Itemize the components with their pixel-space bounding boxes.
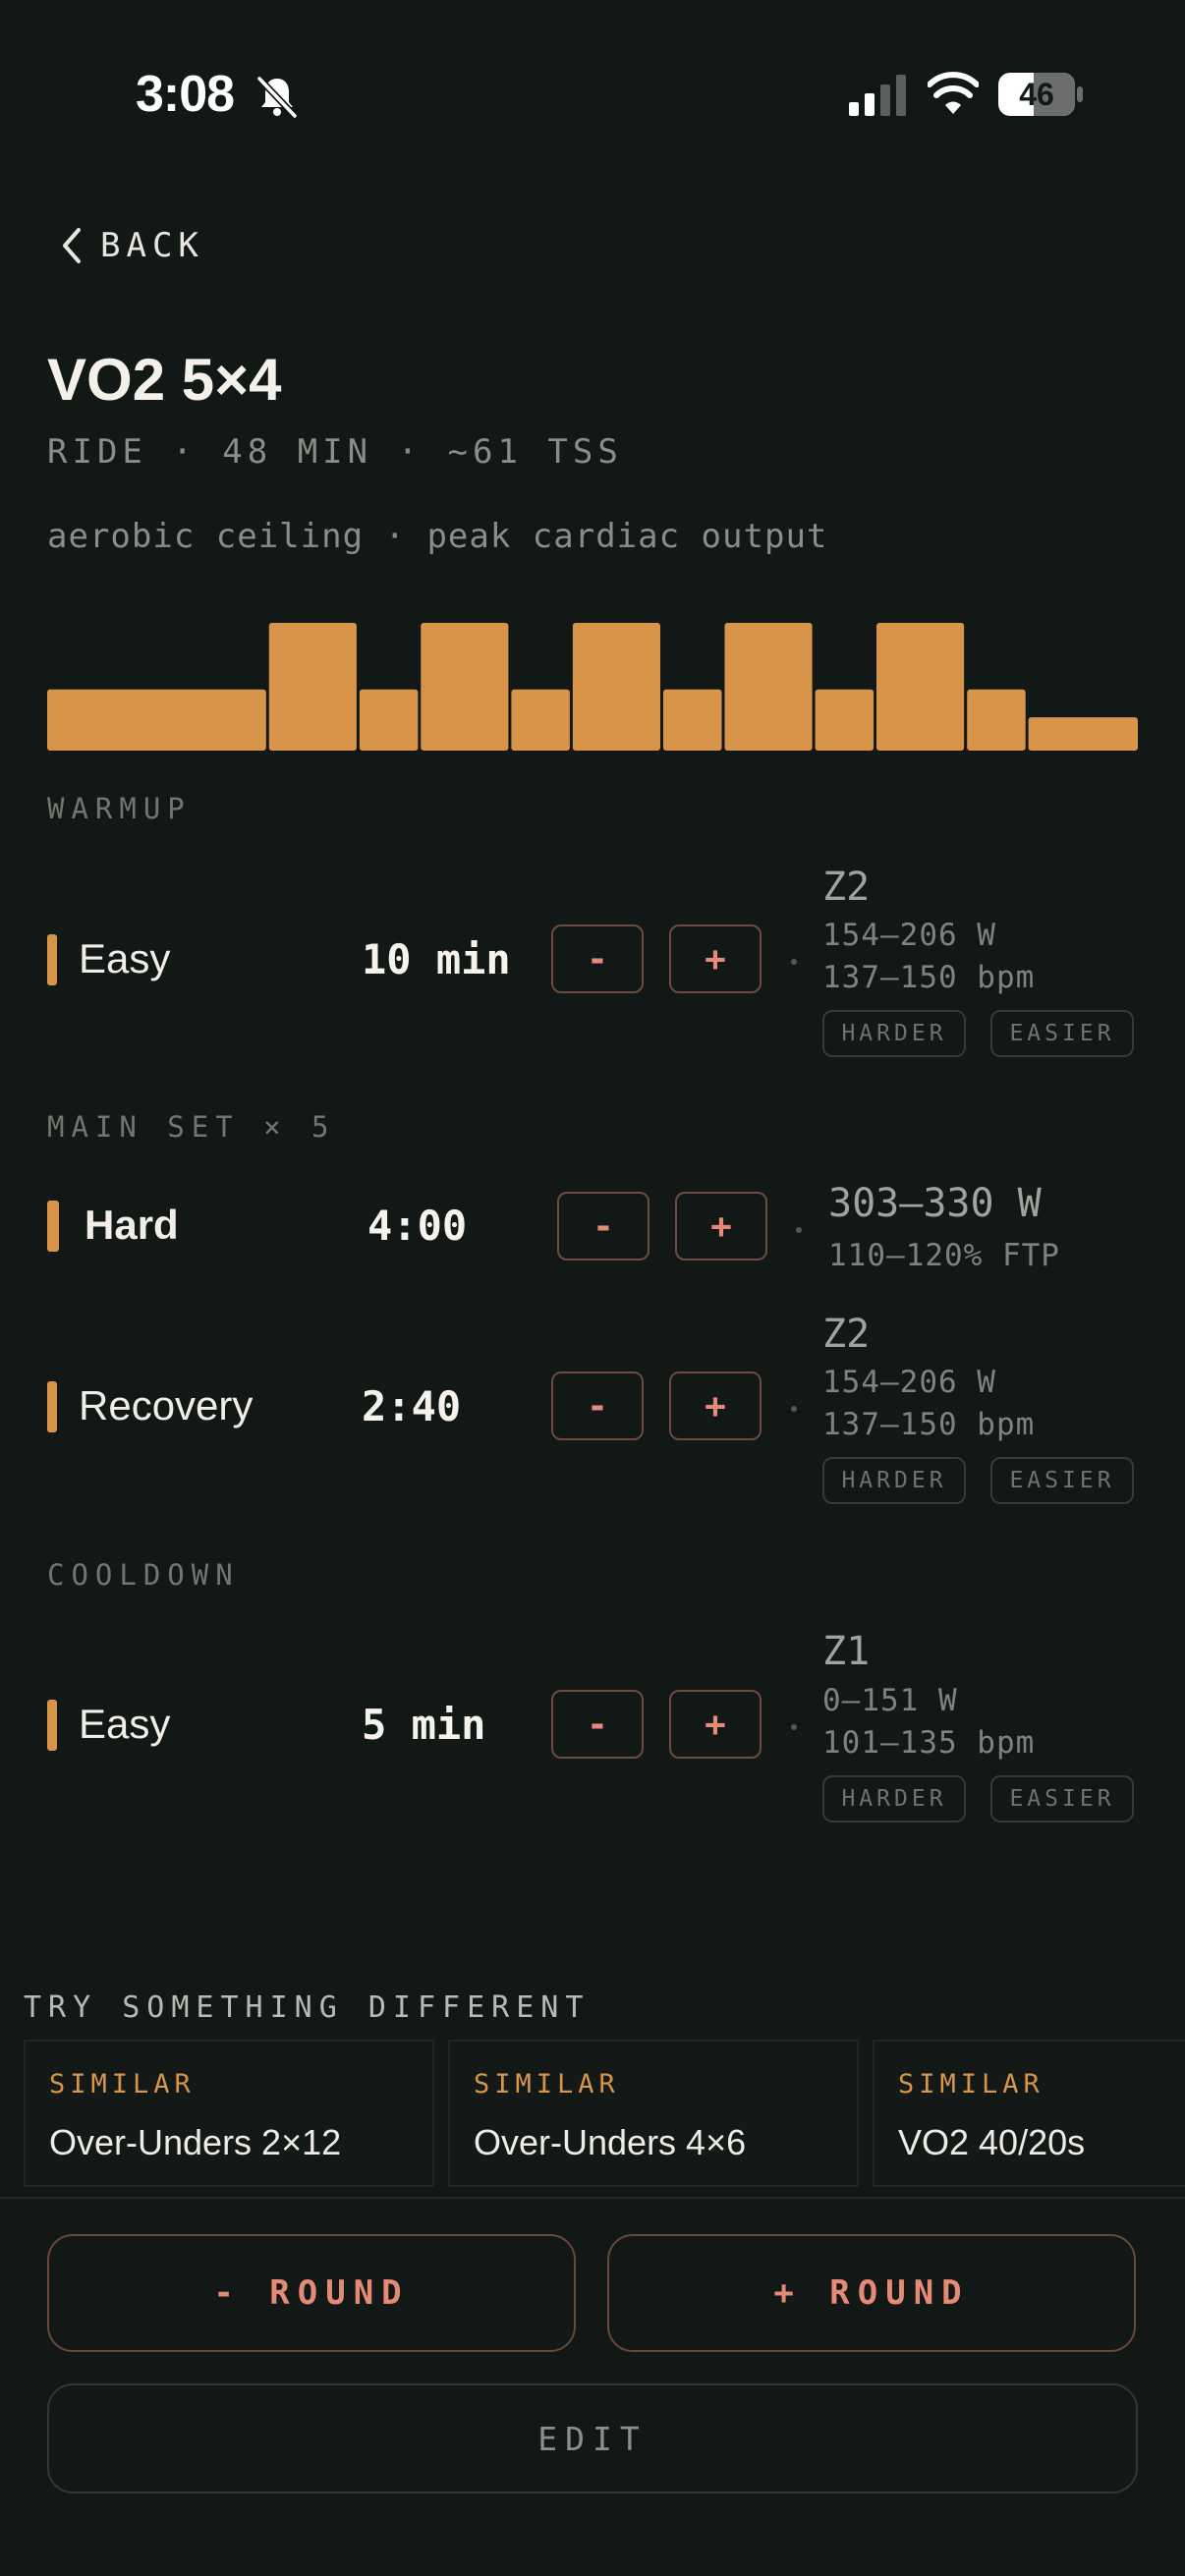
heart-rate-range: 137–150 bpm [822, 960, 1036, 995]
profile-bar [663, 689, 722, 751]
easier-button[interactable]: EASIER [990, 1457, 1134, 1504]
profile-bar [815, 689, 875, 751]
wifi-icon [928, 72, 979, 114]
power-range: 154–206 W [822, 1365, 996, 1400]
workout-meta: RIDE · 48 MIN · ~61 TSS [47, 432, 623, 472]
workout-description: aerobic ceiling · peak cardiac output [47, 517, 828, 556]
status-time: 3:08 [136, 66, 235, 123]
zone-label: Z1 [822, 1629, 871, 1674]
step-duration: 2:40 [362, 1382, 462, 1430]
harder-button[interactable]: HARDER [822, 1010, 966, 1057]
profile-bar [511, 689, 570, 751]
suggestion-card[interactable]: SIMILAR VO2 40/20s [873, 2040, 1185, 2187]
easier-button[interactable]: EASIER [990, 1010, 1134, 1057]
profile-bar [359, 689, 419, 751]
step-duration: 5 min [362, 1701, 486, 1749]
zone-label: Z2 [822, 1312, 871, 1357]
separator-dot [796, 1227, 802, 1233]
section-main-set: MAIN SET × 5 [47, 1110, 336, 1144]
suggestion-card[interactable]: SIMILAR Over-Unders 4×6 [448, 2040, 859, 2187]
separator-dot [791, 1406, 797, 1412]
profile-bar [967, 689, 1026, 751]
separator-dot [791, 959, 797, 965]
step-name: Hard [85, 1202, 179, 1248]
ftp-range: 110–120% FTP [828, 1238, 1060, 1273]
step-accent [47, 1201, 59, 1252]
intensity-profile-chart [47, 623, 1138, 751]
harder-button[interactable]: HARDER [822, 1457, 966, 1504]
harder-button[interactable]: HARDER [822, 1775, 966, 1822]
power-range: 303–330 W [828, 1181, 1042, 1226]
step-accent [47, 1381, 57, 1432]
step-name: Easy [79, 935, 171, 981]
easier-button[interactable]: EASIER [990, 1775, 1134, 1822]
decrease-duration-button[interactable]: - [551, 924, 644, 993]
profile-bar [724, 623, 813, 751]
increase-duration-button[interactable]: + [669, 924, 762, 993]
cellular-signal-icon [849, 75, 906, 116]
power-range: 0–151 W [822, 1683, 958, 1718]
step-accent [47, 1700, 57, 1751]
suggestion-name: VO2 40/20s [898, 2122, 1086, 2162]
step-name: Easy [79, 1701, 171, 1747]
increase-duration-button[interactable]: + [675, 1192, 767, 1260]
profile-bar [1028, 717, 1138, 751]
section-warmup: WARMUP [47, 792, 192, 825]
add-round-button[interactable]: + ROUND [607, 2234, 1136, 2352]
profile-bar [876, 623, 965, 751]
section-cooldown: COOLDOWN [47, 1558, 240, 1592]
increase-duration-button[interactable]: + [669, 1690, 762, 1759]
step-duration: 4:00 [367, 1202, 468, 1250]
profile-bar [572, 623, 660, 751]
suggestion-tag: SIMILAR [474, 2069, 620, 2100]
step-duration: 10 min [362, 935, 511, 983]
heart-rate-range: 137–150 bpm [822, 1407, 1036, 1442]
back-button[interactable]: BACK [61, 222, 204, 269]
decrease-duration-button[interactable]: - [557, 1192, 649, 1260]
decrease-duration-button[interactable]: - [551, 1690, 644, 1759]
suggestion-tag: SIMILAR [898, 2069, 1044, 2100]
battery-icon: 46 [998, 73, 1083, 116]
remove-round-button[interactable]: - ROUND [47, 2234, 576, 2352]
heart-rate-range: 101–135 bpm [822, 1725, 1036, 1761]
power-range: 154–206 W [822, 918, 996, 953]
suggestions-heading: TRY SOMETHING DIFFERENT [24, 1990, 591, 2025]
suggestion-tag: SIMILAR [49, 2069, 196, 2100]
separator-dot [791, 1724, 797, 1730]
profile-bar [421, 623, 509, 751]
workout-title: VO2 5×4 [47, 347, 282, 413]
decrease-duration-button[interactable]: - [551, 1372, 644, 1440]
step-accent [47, 934, 57, 985]
back-label: BACK [100, 226, 204, 265]
zone-label: Z2 [822, 865, 871, 910]
battery-level: 46 [1019, 76, 1054, 112]
divider [0, 2197, 1185, 2199]
profile-bar [268, 623, 357, 751]
bell-muted-icon [256, 76, 298, 119]
increase-duration-button[interactable]: + [669, 1372, 762, 1440]
step-name: Recovery [79, 1382, 254, 1428]
profile-bar [47, 689, 266, 751]
edit-button[interactable]: EDIT [47, 2383, 1138, 2493]
chevron-left-icon [63, 228, 81, 263]
suggestion-card[interactable]: SIMILAR Over-Unders 2×12 [24, 2040, 434, 2187]
suggestion-name: Over-Unders 4×6 [474, 2122, 747, 2162]
suggestion-name: Over-Unders 2×12 [49, 2122, 342, 2162]
